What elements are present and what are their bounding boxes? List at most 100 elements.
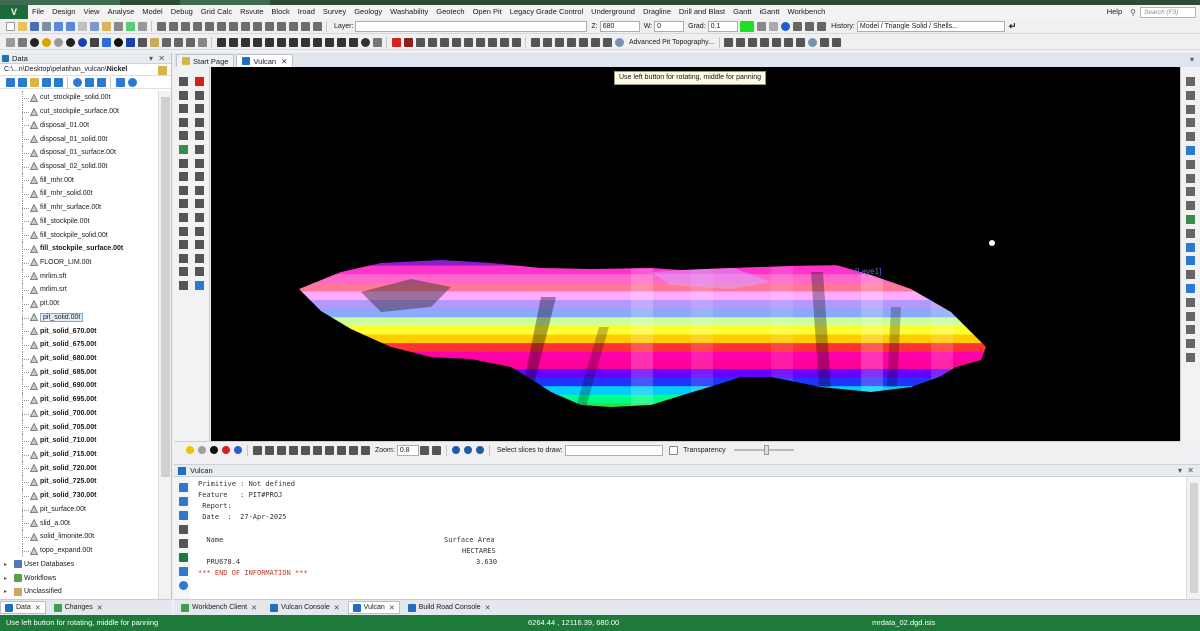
tree-file-item[interactable]: fill_stockpile.00t xyxy=(0,214,158,229)
menu-view[interactable]: View xyxy=(79,5,103,19)
view-tool-6-icon[interactable] xyxy=(1186,146,1195,155)
export-icon[interactable] xyxy=(832,37,842,47)
curve-tool-icon[interactable] xyxy=(179,185,188,195)
line-tool-icon[interactable] xyxy=(179,104,188,114)
tree-file-item[interactable]: disposal_01_surface.00t xyxy=(0,145,158,160)
view-tool-15-icon[interactable] xyxy=(1186,270,1195,280)
dark-dot-icon[interactable] xyxy=(65,37,75,47)
snap-mid-icon[interactable] xyxy=(288,21,298,31)
crosshair-2-icon[interactable] xyxy=(276,445,286,455)
frame-tool-icon[interactable] xyxy=(195,240,204,250)
console-run-icon[interactable] xyxy=(178,483,188,492)
snap-point-icon[interactable] xyxy=(168,21,178,31)
tag-tool-icon[interactable] xyxy=(179,281,188,290)
move-tool-icon[interactable] xyxy=(195,90,204,100)
hatch-icon[interactable] xyxy=(348,445,358,455)
console-settings-icon[interactable] xyxy=(178,497,188,506)
tree-file-item[interactable]: pit.00t xyxy=(0,296,158,311)
menu-igantt[interactable]: iGantt xyxy=(756,5,784,19)
crosshair-icon[interactable] xyxy=(264,445,274,455)
tab-changes[interactable]: Changes ✕ xyxy=(49,601,108,614)
tree-scrollbar[interactable] xyxy=(158,91,171,599)
transparency-slider-thumb[interactable] xyxy=(763,445,769,455)
settings-gear-icon[interactable] xyxy=(127,77,137,87)
grad-input[interactable]: 0.1 xyxy=(707,20,738,32)
triangle-6-icon[interactable] xyxy=(784,37,794,47)
label-tool-icon[interactable] xyxy=(195,267,204,277)
paint-tool-icon[interactable] xyxy=(179,253,188,263)
new-file-icon[interactable] xyxy=(5,21,15,31)
edit-8-icon[interactable] xyxy=(499,37,509,47)
transparency-slider[interactable] xyxy=(733,445,794,455)
edit-4-icon[interactable] xyxy=(451,37,461,47)
history-select[interactable]: Model / Triangle Solid / Shells... xyxy=(856,20,1005,32)
z-input[interactable]: 680 xyxy=(599,20,640,32)
select-icon[interactable] xyxy=(5,37,15,47)
menu-rsvute[interactable]: Rsvute xyxy=(236,5,267,19)
view-tool-10-icon[interactable] xyxy=(1186,201,1195,211)
view-tool-16-icon[interactable] xyxy=(1186,284,1195,293)
view-tool-18-icon[interactable] xyxy=(1186,311,1195,321)
view-tool-17-icon[interactable] xyxy=(1186,297,1195,307)
menu-block[interactable]: Block xyxy=(267,5,293,19)
view-tool-1-icon[interactable] xyxy=(1186,77,1195,86)
slices-select[interactable] xyxy=(564,444,663,456)
view-tool-11-icon[interactable] xyxy=(1186,215,1195,224)
console-gear-icon[interactable] xyxy=(178,581,188,590)
grid-3-icon[interactable] xyxy=(816,21,826,31)
sync-icon[interactable] xyxy=(84,77,94,87)
tree-file-item[interactable]: pit_solid_725.00t xyxy=(0,475,158,489)
yellow-dot-icon[interactable] xyxy=(41,37,51,47)
play-icon[interactable] xyxy=(451,446,460,454)
red-dot-icon[interactable] xyxy=(222,446,230,454)
section-icon[interactable] xyxy=(161,37,171,47)
edit-7-icon[interactable] xyxy=(487,37,497,47)
view-3d-icon[interactable] xyxy=(348,37,358,47)
close-icon[interactable]: ✕ xyxy=(97,604,103,612)
menu-debug[interactable]: Debug xyxy=(167,5,197,19)
tree-file-item[interactable]: pit_solid_680.00t xyxy=(0,351,158,366)
layer-split-tool-icon[interactable] xyxy=(195,158,204,168)
menu-gantt[interactable]: Gantt xyxy=(729,5,755,19)
sphere-tool-tool-icon[interactable] xyxy=(195,253,204,263)
tree-file-item[interactable]: solid_limonite.00t xyxy=(0,530,158,544)
console-excel-icon[interactable] xyxy=(178,553,188,562)
tree-file-item[interactable]: pit_solid_710.00t xyxy=(0,433,158,448)
mirror-tool-icon[interactable] xyxy=(195,213,204,222)
tree-file-item[interactable]: pit_solid_730.00t xyxy=(0,488,158,503)
snap-icon[interactable] xyxy=(156,21,166,31)
menu-washability[interactable]: Washability xyxy=(386,5,432,19)
snap-perp-icon[interactable] xyxy=(312,21,322,31)
tree-file-item[interactable]: mrlim.sft xyxy=(0,269,158,284)
sphere-icon[interactable] xyxy=(113,37,123,47)
view-tool-13-icon[interactable] xyxy=(1186,242,1195,252)
view-tool-19-icon[interactable] xyxy=(1186,325,1195,335)
filter-icon[interactable] xyxy=(41,77,51,87)
tree-group-item[interactable]: ▸ Unclassified xyxy=(0,585,158,599)
triangle-2-icon[interactable] xyxy=(736,37,746,47)
menu-dragline[interactable]: Dragline xyxy=(639,5,675,19)
blue-dot-icon[interactable] xyxy=(234,446,242,454)
close-icon[interactable]: ✕ xyxy=(1187,465,1194,477)
rectangle-tool-icon[interactable] xyxy=(179,131,188,141)
road-icon[interactable] xyxy=(530,37,540,47)
folder-icon[interactable] xyxy=(29,77,39,87)
console-scrollbar-thumb[interactable] xyxy=(1190,483,1198,593)
w-input[interactable]: 0 xyxy=(654,20,685,32)
bench-icon[interactable] xyxy=(566,37,576,47)
deselect-icon[interactable] xyxy=(17,37,27,47)
menu-open-pit[interactable]: Open Pit xyxy=(469,5,506,19)
dropdown-icon[interactable]: ▾ xyxy=(1178,465,1182,477)
console-clear-icon[interactable] xyxy=(178,511,188,520)
tree-file-item[interactable]: fill_stockpile_surface.00t xyxy=(0,241,158,256)
black-dot-icon[interactable] xyxy=(29,37,39,47)
edit-line-tool-icon[interactable] xyxy=(195,117,204,127)
pen-tool-icon[interactable] xyxy=(179,226,188,236)
axis-icon[interactable] xyxy=(288,445,298,455)
view-icon[interactable] xyxy=(101,37,111,47)
snap-triangle-icon[interactable] xyxy=(216,21,226,31)
wave-tool-icon[interactable] xyxy=(179,172,188,182)
3d-viewport[interactable] xyxy=(211,67,1180,441)
close-icon[interactable]: ✕ xyxy=(281,57,287,66)
tree-file-item[interactable]: topo_expand.00t xyxy=(0,543,158,558)
